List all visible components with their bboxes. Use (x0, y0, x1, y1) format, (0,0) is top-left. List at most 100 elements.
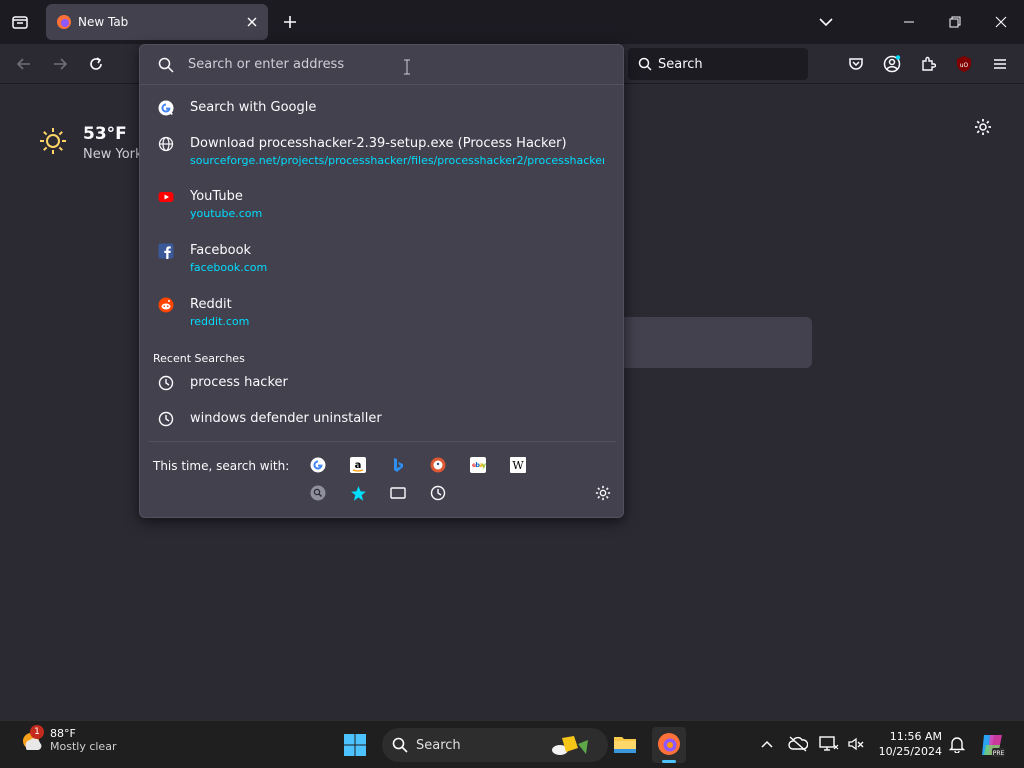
forward-button[interactable] (46, 50, 74, 78)
suggestion-url: youtube.com (190, 207, 263, 220)
search-shortcut-icon (310, 485, 326, 501)
taskbar-weather-widget[interactable]: 1 88°F Mostly clear (18, 725, 116, 753)
reload-button[interactable] (82, 50, 110, 78)
search-icon (158, 57, 174, 73)
copilot-button[interactable]: PRE (978, 731, 1006, 759)
toolbar-search-box[interactable]: Search (628, 48, 808, 80)
tab-new-tab[interactable]: New Tab (46, 4, 268, 40)
folder-icon (614, 737, 636, 753)
weather-widget[interactable]: 53°F New York (38, 124, 143, 162)
star-icon (350, 485, 366, 501)
account-icon (883, 55, 901, 73)
speaker-muted-icon (848, 737, 864, 751)
arrow-right-icon (54, 58, 68, 70)
ublock-button[interactable]: uO (950, 50, 978, 78)
close-icon (995, 16, 1007, 28)
this-time-search-label: This time, search with: (153, 459, 290, 473)
clock-date: 10/25/2024 (878, 745, 942, 758)
gear-icon (595, 485, 611, 501)
search-icon (392, 737, 408, 753)
engine-google-button[interactable] (309, 456, 327, 474)
list-all-tabs-button[interactable] (812, 10, 840, 34)
engine-amazon-button[interactable]: a (349, 456, 367, 474)
cloud-off-icon (788, 736, 808, 752)
suggestion-facebook[interactable]: Facebook facebook.com (150, 242, 614, 276)
engine-bing-button[interactable] (389, 456, 407, 474)
show-hidden-icons-button[interactable] (756, 733, 778, 755)
volume-button[interactable] (845, 733, 867, 755)
suggestion-search-google[interactable]: Search with Google (150, 99, 614, 117)
chevron-down-icon (819, 18, 833, 27)
restore-icon (949, 16, 961, 28)
taskbar-search[interactable]: Search (382, 728, 608, 762)
firefox-taskbar-button[interactable] (652, 727, 686, 763)
svg-text:PRE: PRE (993, 750, 1005, 757)
taskbar-clock[interactable]: 11:56 AM 10/25/2024 (872, 729, 942, 759)
recent-search-text: process hacker (190, 375, 288, 390)
taskbar: 1 88°F Mostly clear Search 11:56 AM 10/2… (0, 720, 1024, 768)
page-settings-button[interactable] (970, 114, 996, 140)
network-button[interactable] (818, 733, 840, 755)
bookmarks-search-button[interactable] (349, 484, 367, 502)
minimize-button[interactable] (886, 6, 932, 38)
search-shortcuts-button[interactable] (309, 484, 327, 502)
notifications-button[interactable] (946, 733, 968, 755)
svg-text:a: a (355, 460, 362, 471)
ublock-icon: uO (957, 56, 971, 72)
engine-duckduckgo-button[interactable] (429, 456, 447, 474)
url-input[interactable]: Search or enter address (140, 45, 623, 85)
network-icon (819, 736, 839, 751)
suggestion-reddit[interactable]: Reddit reddit.com (150, 296, 614, 330)
facebook-icon (158, 243, 174, 259)
arrow-left-icon (16, 58, 30, 70)
account-button[interactable] (878, 50, 906, 78)
window-close-button[interactable] (978, 6, 1024, 38)
engine-ebay-button[interactable]: ebay (469, 456, 487, 474)
suggestion-url: reddit.com (190, 315, 250, 328)
suggestion-url: sourceforge.net/projects/processhacker/f… (190, 154, 604, 167)
menu-button[interactable] (986, 50, 1014, 78)
extensions-button[interactable] (914, 50, 942, 78)
weather-temperature: 53°F (83, 124, 127, 144)
firefox-icon (658, 733, 680, 755)
clock-icon (158, 375, 174, 391)
tab-title: New Tab (78, 15, 129, 29)
svg-text:y: y (482, 462, 486, 469)
notification-badge: 1 (30, 725, 44, 739)
suggestion-url: facebook.com (190, 261, 268, 274)
chevron-up-icon (761, 740, 773, 748)
file-explorer-button[interactable] (612, 731, 638, 757)
history-search-button[interactable] (429, 484, 447, 502)
text-cursor-icon (404, 59, 410, 75)
puzzle-icon (922, 56, 936, 71)
tab-close-button[interactable] (240, 10, 264, 34)
suggestion-title: Download processhacker-2.39-setup.exe (P… (190, 136, 567, 151)
bell-icon (949, 737, 965, 753)
new-tab-button[interactable] (278, 10, 302, 34)
back-button[interactable] (10, 50, 38, 78)
google-icon (158, 100, 174, 116)
reload-icon (90, 57, 102, 70)
engine-wikipedia-button[interactable]: W (509, 456, 527, 474)
newtab-search-box[interactable] (600, 317, 812, 368)
tabs-search-button[interactable] (389, 484, 407, 502)
ebay-icon: e b ay (470, 457, 486, 473)
suggestion-title: Facebook (190, 243, 252, 258)
onedrive-button[interactable] (787, 733, 809, 755)
pocket-button[interactable] (842, 50, 870, 78)
suggestion-title: YouTube (190, 189, 243, 204)
search-settings-button[interactable] (594, 484, 612, 502)
svg-text:uO: uO (960, 62, 969, 69)
recent-search-item[interactable]: process hacker (150, 374, 614, 392)
dropdown-divider (148, 441, 616, 442)
reddit-icon (158, 297, 174, 313)
suggestion-youtube[interactable]: YouTube youtube.com (150, 188, 614, 222)
recent-search-item[interactable]: windows defender uninstaller (150, 410, 614, 428)
clock-time: 11:56 AM (889, 730, 942, 743)
start-button[interactable] (343, 733, 367, 757)
clock-icon (158, 411, 174, 427)
restore-button[interactable] (932, 6, 978, 38)
suggestion-process-hacker[interactable]: Download processhacker-2.39-setup.exe (P… (150, 135, 614, 169)
tab-list-button[interactable] (6, 8, 34, 36)
svg-text:W: W (512, 459, 524, 472)
